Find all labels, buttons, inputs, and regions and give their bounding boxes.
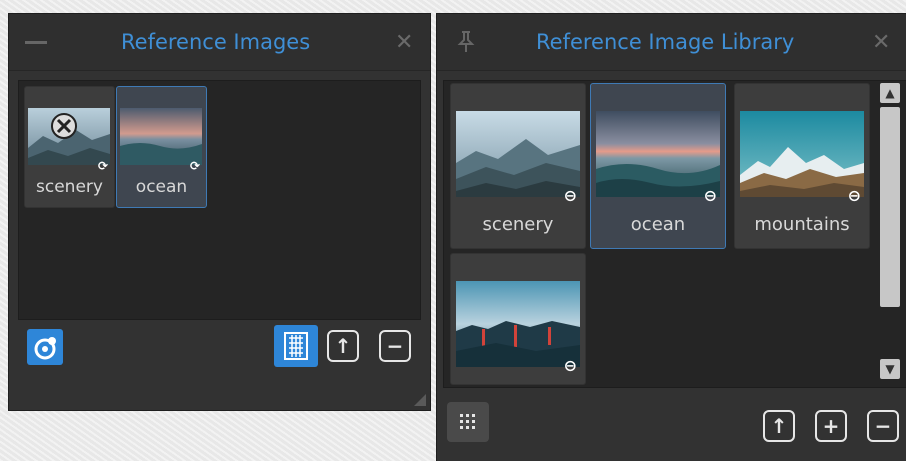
item-label: scenery xyxy=(36,177,103,197)
mountains-thumbnail xyxy=(740,111,864,197)
reference-images-panel: Reference Images ✕ ⟳ scenery ⟳ ocean ↑ − xyxy=(9,14,430,410)
ocean-thumbnail xyxy=(120,108,202,165)
link-icon: ⊖ xyxy=(563,356,577,375)
list-item[interactable]: ⊖ scenery xyxy=(450,83,586,249)
scroll-down-button[interactable]: ▼ xyxy=(880,359,900,379)
scrollbar-thumb[interactable] xyxy=(880,107,900,307)
item-label: scenery xyxy=(482,214,554,235)
link-icon: ⊖ xyxy=(563,186,577,205)
close-icon[interactable]: ✕ xyxy=(872,32,890,54)
import-icon[interactable]: ↑ xyxy=(327,330,359,362)
vertical-scrollbar[interactable]: ▲ ▼ xyxy=(878,81,902,381)
pin-icon[interactable] xyxy=(457,30,475,59)
lava-thumbnail xyxy=(456,281,580,367)
eye-target-icon[interactable] xyxy=(27,329,63,365)
remove-overlay-icon[interactable] xyxy=(49,111,79,141)
list-item[interactable]: ⟳ scenery xyxy=(24,86,115,208)
reference-image-library-panel: Reference Image Library ✕ ⊖ scenery ⊖ oc… xyxy=(437,14,906,461)
link-icon: ⟳ xyxy=(97,159,108,173)
item-label: ocean xyxy=(630,214,686,235)
scroll-up-button[interactable]: ▲ xyxy=(880,83,900,103)
panel-titlebar[interactable]: Reference Image Library ✕ xyxy=(437,14,906,71)
list-item[interactable]: ⊖ xyxy=(450,253,586,385)
add-icon[interactable]: + xyxy=(815,410,847,442)
minus-icon[interactable] xyxy=(25,31,47,58)
list-item[interactable]: ⟳ ocean xyxy=(116,86,207,208)
link-icon: ⟳ xyxy=(189,159,200,173)
resize-grip[interactable] xyxy=(414,394,426,406)
close-icon[interactable]: ✕ xyxy=(395,32,413,54)
item-label: ocean xyxy=(135,177,188,197)
list-item[interactable]: ⊖ ocean xyxy=(590,83,726,249)
grid-dots-icon[interactable] xyxy=(447,402,489,442)
library-content-area: ⊖ scenery ⊖ ocean ⊖ mountains ⊖ ▲ ▼ xyxy=(443,80,906,388)
panel-title: Reference Images xyxy=(121,30,311,54)
list-item[interactable]: ⊖ mountains xyxy=(734,83,870,249)
grid-view-icon[interactable] xyxy=(274,325,318,367)
panel-titlebar[interactable]: Reference Images ✕ xyxy=(9,14,430,71)
remove-icon[interactable]: − xyxy=(379,330,411,362)
scenery-thumbnail xyxy=(456,111,580,197)
reference-images-area: ⟳ scenery ⟳ ocean xyxy=(18,80,421,320)
panel-title: Reference Image Library xyxy=(536,30,795,54)
import-icon[interactable]: ↑ xyxy=(763,410,795,442)
ocean-thumbnail xyxy=(596,111,720,197)
remove-icon[interactable]: − xyxy=(867,410,899,442)
item-label: mountains xyxy=(754,214,850,235)
link-icon: ⊖ xyxy=(703,186,717,205)
link-icon: ⊖ xyxy=(847,186,861,205)
